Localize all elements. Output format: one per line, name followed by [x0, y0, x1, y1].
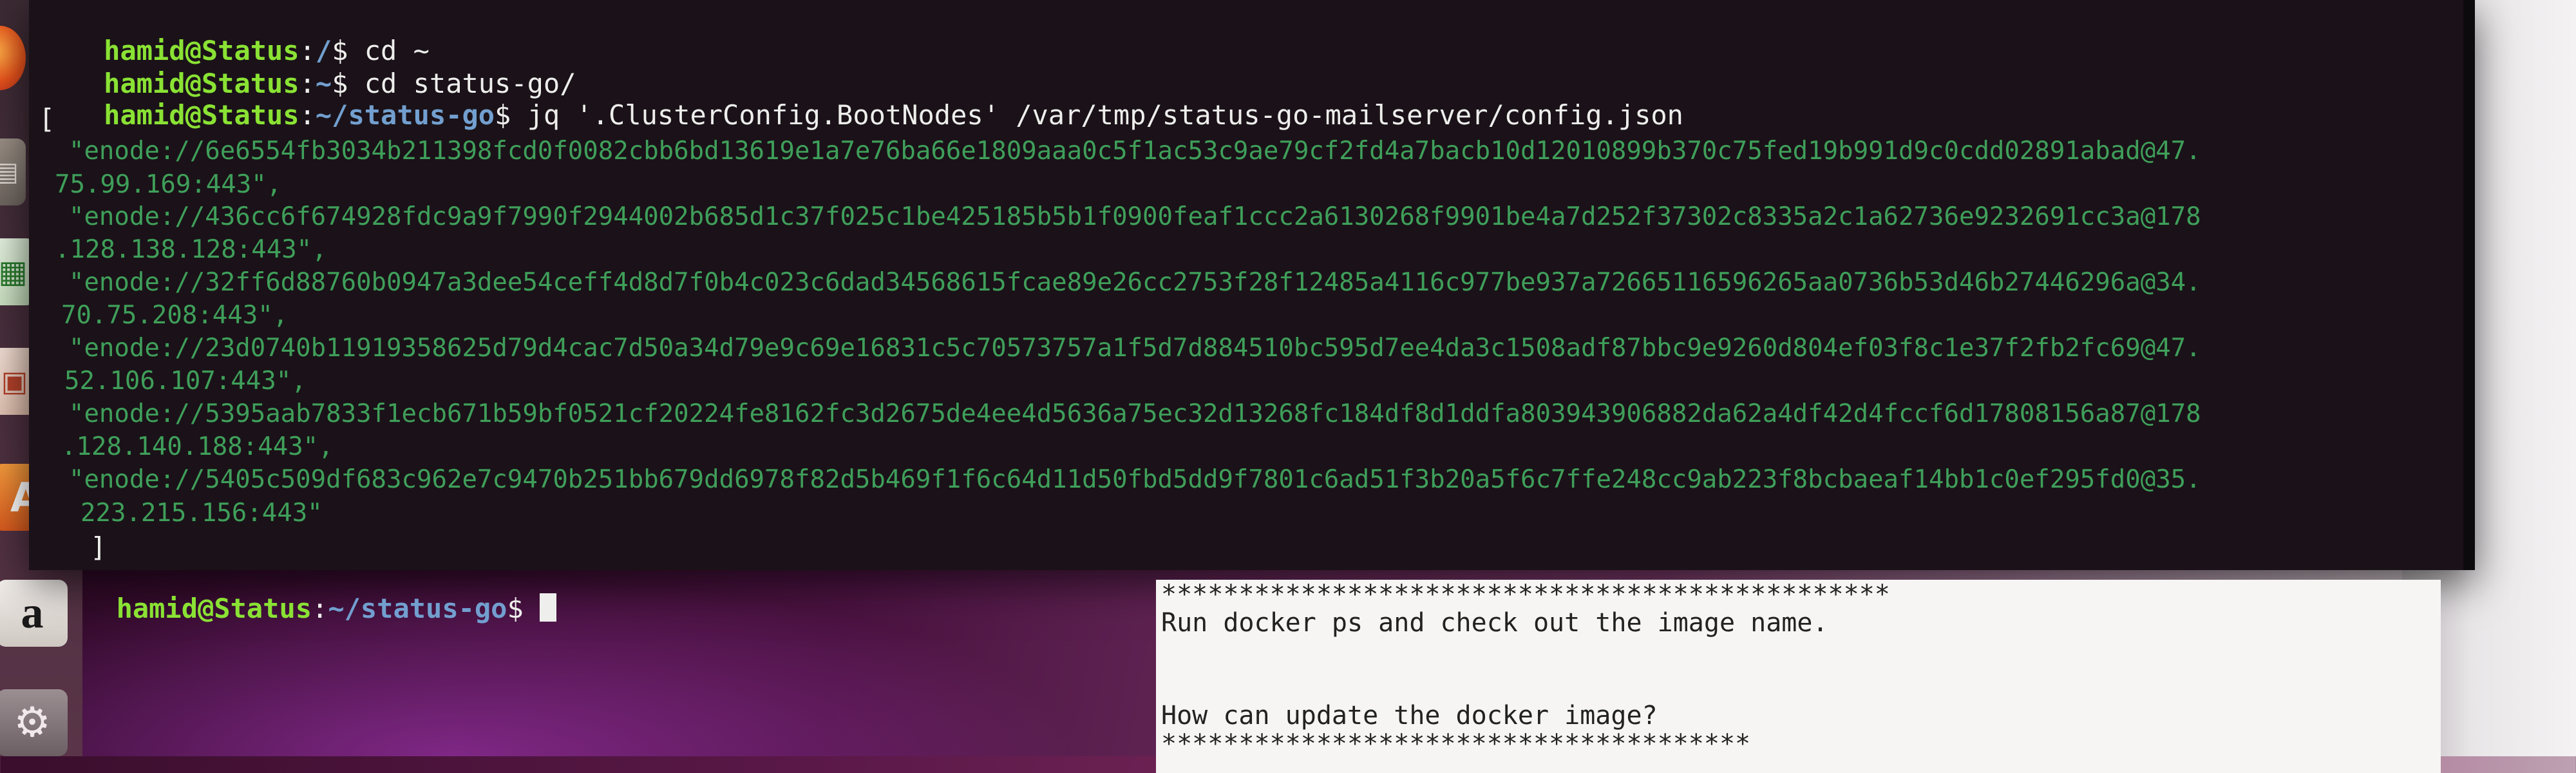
json-close-bracket: ] [90, 531, 107, 563]
prompt-separator: : [312, 593, 328, 624]
system-settings-icon[interactable]: ⚙ [0, 689, 68, 756]
gear-icon: ⚙ [14, 699, 51, 747]
note-line: Run docker ps and check out the image na… [1161, 608, 1828, 638]
firefox-icon[interactable] [0, 26, 26, 90]
bootnode-line-cont: 223.215.156:443" [80, 499, 323, 528]
command-text: jq '.ClusterConfig.BootNodes' /var/tmp/s… [527, 99, 1683, 131]
files-glyph: ▤ [0, 157, 19, 187]
slides-glyph: ▣ [1, 365, 28, 398]
files-icon[interactable]: ▤ [0, 138, 26, 205]
text-cursor [540, 593, 557, 622]
amazon-glyph: a [21, 588, 44, 638]
prompt-path: ~/status-go [328, 593, 507, 624]
terminal-window[interactable]: hamid@Status:/$ cd ~ hamid@Status:~$ cd … [29, 0, 2475, 570]
note-line: How can update the docker image? [1161, 701, 1658, 730]
note-stars-top: ****************************************… [1161, 580, 1890, 609]
bootnode-line: "enode://5395aab7833f1ecb671b59bf0521cf2… [39, 399, 2201, 428]
bootnode-line-cont: .128.138.128:443", [55, 235, 327, 264]
prompt-symbol: $ [507, 593, 540, 624]
note-stars-bottom: ************************************** [1161, 729, 1751, 759]
json-open-bracket: [ [39, 103, 55, 135]
bootnode-line: "enode://6e6554fb3034b211398fcd0f0082cbb… [39, 137, 2201, 166]
prompt-symbol: $ [495, 99, 527, 131]
amazon-icon[interactable]: a [0, 580, 68, 647]
prompt-user: hamid@Status [104, 99, 299, 131]
spreadsheet-grid-icon: ▦ [0, 254, 28, 290]
prompt-user: hamid@Status [116, 593, 312, 624]
bootnode-line-cont: .128.140.188:443", [61, 432, 334, 461]
bootnode-line: "enode://5405c509df683c962e7c9470b251bb6… [39, 465, 2201, 494]
terminal-final-prompt[interactable]: hamid@Status:~/status-go$ [84, 560, 557, 625]
paper-note: ****************************************… [1156, 580, 2441, 773]
bootnode-line: "enode://32ff6d88760b0947a3dee54ceff4d8d… [39, 268, 2201, 297]
prompt-path: ~/status-go [315, 99, 495, 131]
bootnode-line: "enode://23d0740b11919358625d79d4cac7d50… [39, 334, 2201, 363]
bootnode-line: "enode://436cc6f674928fdc9a9f7990f294400… [39, 202, 2201, 231]
prompt-separator: : [299, 99, 316, 131]
bootnode-line-cont: 70.75.208:443", [61, 301, 289, 330]
bootnode-line-cont: 52.106.107:443", [64, 367, 307, 396]
bootnode-line-cont: 75.99.169:443", [55, 170, 282, 199]
